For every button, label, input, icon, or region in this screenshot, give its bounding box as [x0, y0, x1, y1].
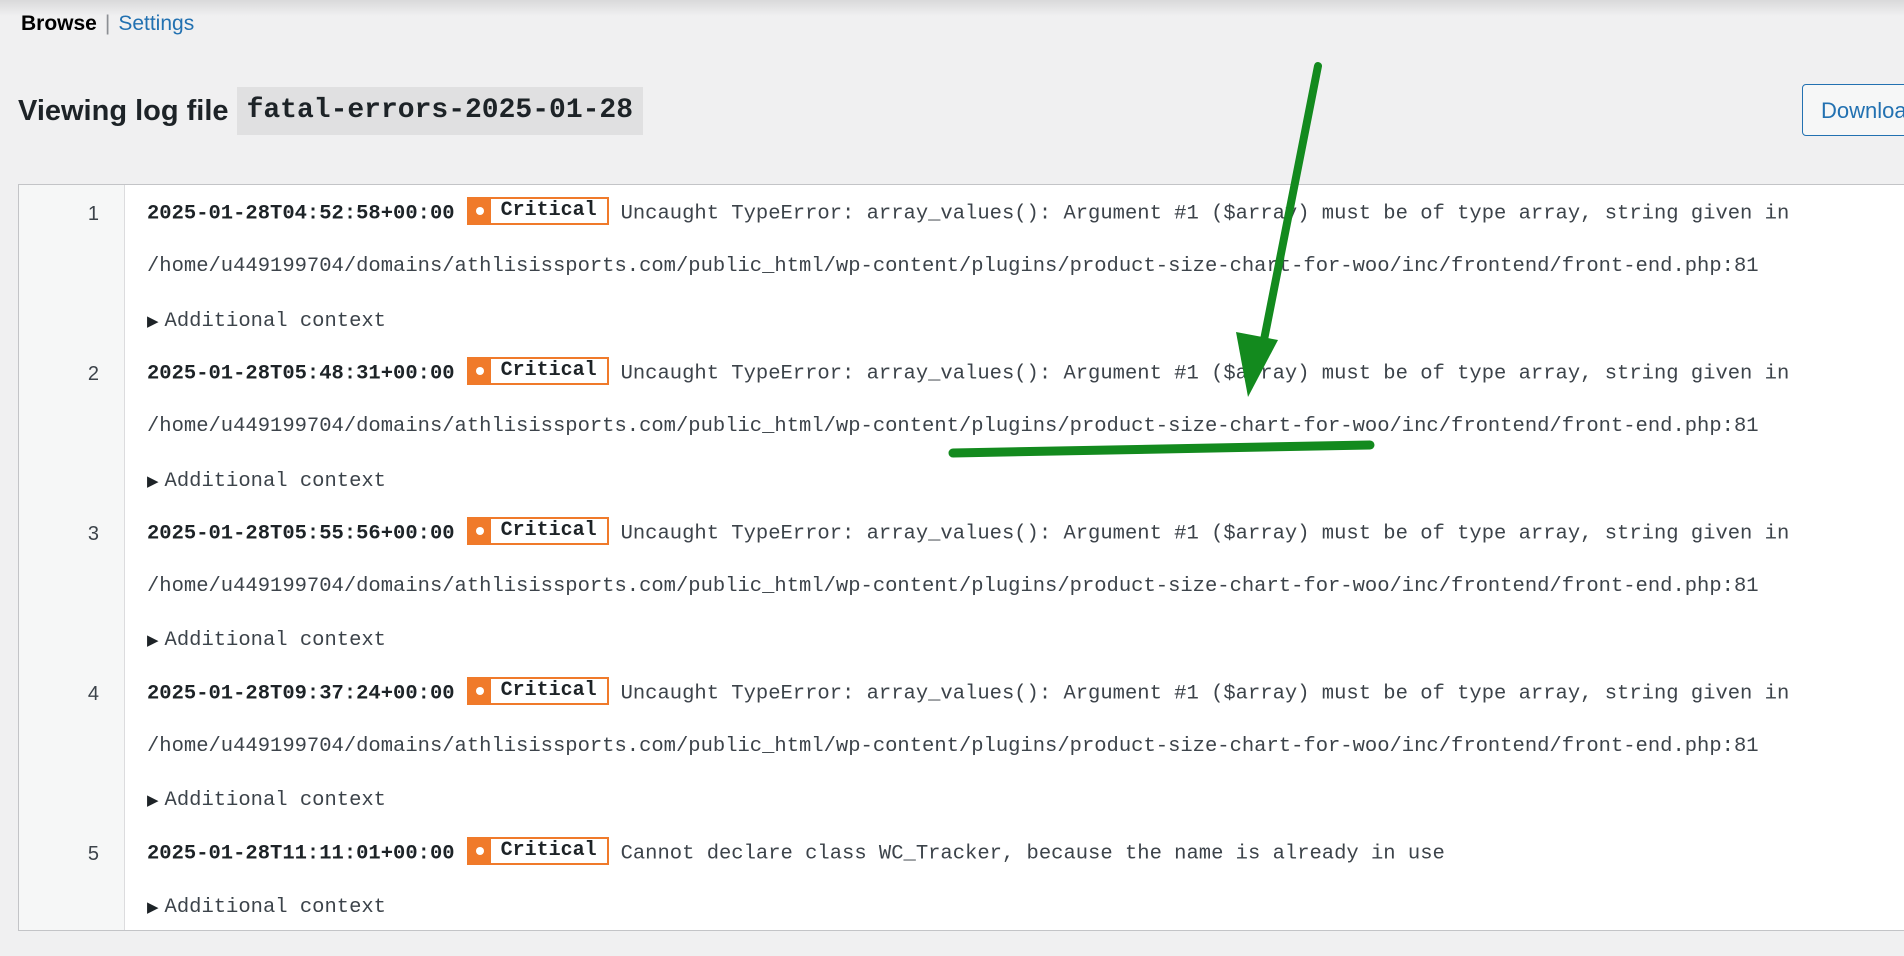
log-timestamp: 2025-01-28T05:55:56+00:00 — [147, 522, 455, 546]
severity-badge: Critical — [466, 197, 609, 225]
severity-badge: Critical — [466, 676, 609, 705]
expand-triangle-icon: ▶ — [147, 471, 159, 490]
expand-triangle-icon: ▶ — [147, 791, 159, 810]
page-heading: Viewing log file fatal-errors-2025-01-28 — [18, 87, 644, 135]
line-number-gutter — [19, 185, 125, 930]
page-title: Viewing log file — [18, 94, 229, 127]
expand-triangle-icon: ▶ — [147, 311, 159, 330]
log-viewer: 1 2025-01-28T04:52:58+00:00 Critical Uncaug… — [18, 184, 1904, 931]
log-file-path: /home/u449199704/domains/athlisissports.… — [147, 255, 1759, 279]
log-timestamp: 2025-01-28T09:37:24+00:00 — [147, 682, 455, 706]
line-number: 3 — [87, 522, 99, 545]
log-message: Cannot declare class WC_Tracker, because… — [620, 842, 1445, 866]
additional-context-toggle[interactable]: ▶ Additional context — [147, 894, 386, 921]
additional-context-label: Additional context — [164, 629, 386, 653]
severity-label: Critical — [500, 518, 597, 542]
nav-browse[interactable]: Browse — [21, 12, 97, 35]
severity-dot-icon — [468, 838, 491, 863]
severity-dot-icon — [468, 199, 491, 223]
log-message: Uncaught TypeError: array_values(): Argu… — [620, 202, 1790, 226]
additional-context-toggle[interactable]: ▶ Additional context — [147, 787, 386, 814]
additional-context-label: Additional context — [164, 895, 386, 919]
log-message: Uncaught TypeError: array_values(): Argu… — [620, 362, 1790, 386]
additional-context-label: Additional context — [164, 309, 386, 333]
line-number: 4 — [87, 682, 99, 705]
subnav: Browse | Settings — [21, 11, 194, 37]
additional-context-toggle[interactable]: ▶ Additional context — [147, 308, 386, 335]
log-entry-line: 2025-01-28T09:37:24+00:00 Critical Uncaugh… — [147, 676, 1790, 707]
nav-settings-link[interactable]: Settings — [118, 12, 194, 35]
expand-triangle-icon: ▶ — [147, 897, 159, 916]
log-file-path: /home/u449199704/domains/athlisissports.… — [147, 735, 1759, 758]
nav-separator: | — [104, 12, 111, 35]
log-file-path: /home/u449199704/domains/athlisissports.… — [147, 415, 1759, 439]
download-button[interactable]: Download — [1802, 84, 1904, 136]
severity-dot-icon — [468, 518, 491, 543]
severity-dot-icon — [468, 678, 491, 703]
log-entry-line: 2025-01-28T05:55:56+00:00 Critical Uncaugh… — [147, 516, 1790, 547]
log-message: Uncaught TypeError: array_values(): Argu… — [620, 522, 1790, 546]
severity-dot-icon — [468, 358, 491, 383]
line-number: 1 — [87, 203, 99, 225]
severity-badge: Critical — [466, 516, 609, 545]
log-entry-line: 2025-01-28T05:48:31+00:00 Critical Uncaugh… — [147, 356, 1790, 387]
log-file-path: /home/u449199704/domains/athlisissports.… — [147, 575, 1759, 599]
log-timestamp: 2025-01-28T11:11:01+00:00 — [147, 842, 455, 866]
log-timestamp: 2025-01-28T04:52:58+00:00 — [147, 202, 455, 226]
severity-badge: Critical — [466, 836, 609, 865]
severity-label: Critical — [500, 838, 597, 862]
line-number: 2 — [87, 362, 99, 385]
severity-badge: Critical — [466, 356, 609, 385]
log-timestamp: 2025-01-28T05:48:31+00:00 — [147, 362, 455, 386]
additional-context-label: Additional context — [164, 789, 386, 813]
additional-context-toggle[interactable]: ▶ Additional context — [147, 468, 386, 495]
severity-label: Critical — [500, 678, 597, 702]
severity-label: Critical — [500, 199, 597, 222]
line-number: 5 — [87, 842, 99, 865]
log-message: Uncaught TypeError: array_values(): Argu… — [620, 682, 1790, 706]
log-entry-line: 2025-01-28T04:52:58+00:00 Critical Uncaugh… — [147, 197, 1790, 227]
additional-context-toggle[interactable]: ▶ Additional context — [147, 627, 386, 654]
top-shadow — [0, 0, 1904, 16]
severity-label: Critical — [500, 358, 597, 382]
log-filename: fatal-errors-2025-01-28 — [236, 87, 644, 135]
expand-triangle-icon: ▶ — [147, 631, 159, 650]
log-entry-line: 2025-01-28T11:11:01+00:00 Critical Cannot … — [147, 836, 1445, 867]
additional-context-label: Additional context — [164, 469, 386, 493]
